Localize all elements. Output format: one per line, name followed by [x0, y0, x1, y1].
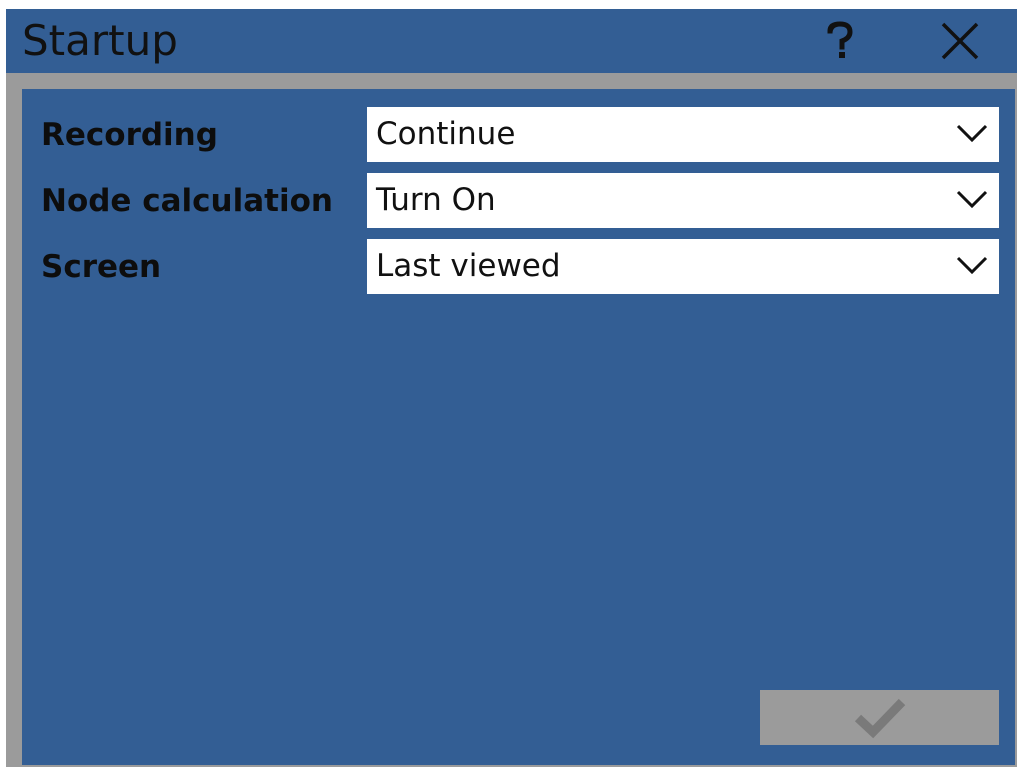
recording-value: Continue	[376, 116, 516, 152]
help-button[interactable]	[818, 19, 862, 63]
recording-dropdown[interactable]: Continue	[367, 107, 999, 162]
node-calculation-dropdown[interactable]: Turn On	[367, 173, 999, 228]
screen-dropdown[interactable]: Last viewed	[367, 239, 999, 294]
chevron-down-icon	[956, 190, 988, 209]
chevron-down-icon	[956, 256, 988, 275]
screen-label: Screen	[41, 249, 162, 285]
node-calculation-value: Turn On	[376, 182, 496, 218]
node-calculation-label: Node calculation	[41, 183, 333, 219]
title-bar: Startup	[6, 9, 1017, 73]
dialog-title: Startup	[22, 16, 178, 65]
close-button[interactable]	[934, 19, 986, 63]
confirm-button[interactable]	[760, 690, 999, 745]
recording-label: Recording	[41, 117, 218, 153]
checkmark-icon	[854, 698, 905, 738]
screen-value: Last viewed	[376, 248, 561, 284]
settings-panel: Recording Continue Node calculation Turn…	[22, 89, 1015, 765]
question-mark-icon	[827, 21, 853, 58]
close-x-icon	[941, 22, 979, 60]
chevron-down-icon	[956, 124, 988, 143]
startup-dialog: Startup Recording Continue Node calculat…	[6, 9, 1017, 767]
